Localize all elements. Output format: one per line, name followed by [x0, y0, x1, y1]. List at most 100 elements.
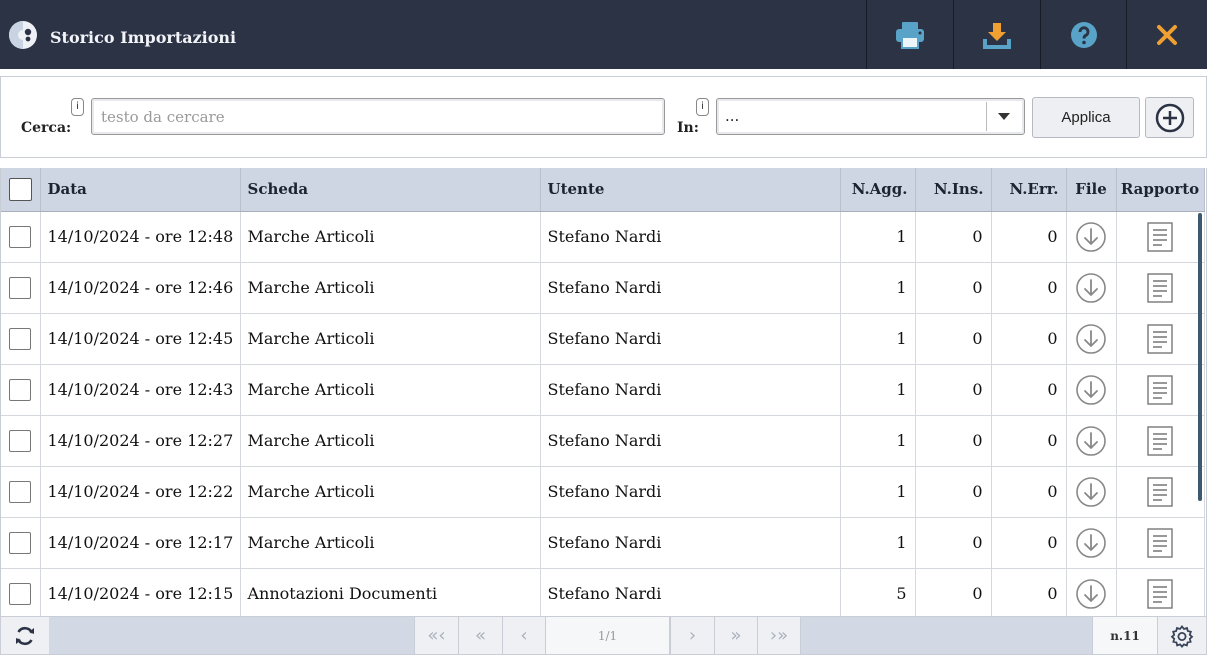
- row-checkbox[interactable]: [9, 378, 32, 401]
- plus-circle-icon: [1155, 103, 1184, 132]
- download-file-icon: [1076, 578, 1106, 609]
- cell-utente: Stefano Nardi: [540, 466, 841, 518]
- cell-file-download[interactable]: [1066, 568, 1117, 616]
- cell-data: 14/10/2024 - ore 12:15: [40, 568, 241, 616]
- cell-data: 14/10/2024 - ore 12:43: [40, 364, 241, 416]
- cell-n-agg: 1: [840, 517, 916, 569]
- report-document-icon: [1147, 323, 1173, 354]
- apply-button[interactable]: Applica: [1032, 97, 1140, 138]
- cell-n-err: 0: [991, 517, 1067, 569]
- cell-n-err: 0: [991, 415, 1067, 467]
- search-field-select[interactable]: ...: [716, 98, 1025, 135]
- table-row[interactable]: 14/10/2024 - ore 12:48 Marche Articoli Ste…: [1, 211, 1205, 263]
- row-select-cell: [1, 466, 41, 518]
- cell-file-download[interactable]: [1066, 364, 1117, 416]
- print-button[interactable]: [866, 0, 953, 69]
- download-file-icon: [1076, 425, 1106, 456]
- select-all-checkbox[interactable]: [8, 177, 32, 201]
- cell-n-agg: 1: [840, 364, 916, 416]
- cell-file-download[interactable]: [1066, 415, 1117, 467]
- column-header-file[interactable]: File: [1066, 168, 1117, 212]
- column-header-data[interactable]: Data: [40, 168, 241, 212]
- cell-rapporto[interactable]: [1116, 364, 1205, 416]
- download-file-icon: [1076, 476, 1106, 507]
- cell-rapporto[interactable]: [1116, 466, 1205, 518]
- row-checkbox[interactable]: [9, 276, 32, 299]
- cell-scheda: Marche Articoli: [240, 364, 541, 416]
- report-document-icon: [1147, 221, 1173, 252]
- table-header-row: Data Scheda Utente N.Agg. N.Ins. N.Err. …: [1, 168, 1205, 212]
- cell-scheda: Marche Articoli: [240, 211, 541, 263]
- next-page-button[interactable]: ›: [670, 617, 714, 654]
- cell-rapporto[interactable]: [1116, 262, 1205, 314]
- select-dropdown-button[interactable]: [986, 102, 1021, 131]
- cell-rapporto[interactable]: [1116, 415, 1205, 467]
- cell-rapporto[interactable]: [1116, 211, 1205, 263]
- cell-rapporto[interactable]: [1116, 517, 1205, 569]
- help-button[interactable]: [1040, 0, 1126, 69]
- search-input[interactable]: [91, 98, 665, 135]
- cell-rapporto[interactable]: [1116, 313, 1205, 365]
- settings-button[interactable]: [1157, 617, 1206, 654]
- cell-file-download[interactable]: [1066, 262, 1117, 314]
- cell-data: 14/10/2024 - ore 12:45: [40, 313, 241, 365]
- search-bar: i Cerca: i In: ... Applica: [0, 76, 1207, 158]
- column-header-n-err[interactable]: N.Err.: [991, 168, 1067, 212]
- table-row[interactable]: 14/10/2024 - ore 12:43 Marche Articoli Ste…: [1, 364, 1205, 416]
- table-row[interactable]: 14/10/2024 - ore 12:17 Marche Articoli Ste…: [1, 517, 1205, 569]
- cell-file-download[interactable]: [1066, 211, 1117, 263]
- page-indicator: 1/1: [545, 617, 670, 654]
- cell-utente: Stefano Nardi: [540, 364, 841, 416]
- row-checkbox[interactable]: [9, 582, 32, 605]
- row-select-cell: [1, 364, 41, 416]
- cell-n-err: 0: [991, 211, 1067, 263]
- cell-scheda: Marche Articoli: [240, 415, 541, 467]
- printer-icon: [896, 21, 924, 49]
- cell-utente: Stefano Nardi: [540, 517, 841, 569]
- row-checkbox[interactable]: [9, 531, 32, 554]
- prev-page-button[interactable]: ‹: [502, 617, 545, 654]
- table-row[interactable]: 14/10/2024 - ore 12:22 Marche Articoli Ste…: [1, 466, 1205, 518]
- download-file-icon: [1076, 221, 1106, 252]
- add-filter-button[interactable]: [1145, 97, 1194, 138]
- table-row[interactable]: 14/10/2024 - ore 12:15 Annotazioni Docume…: [1, 568, 1205, 616]
- cell-file-download[interactable]: [1066, 517, 1117, 569]
- row-checkbox[interactable]: [9, 327, 32, 350]
- report-document-icon: [1147, 272, 1173, 303]
- refresh-icon: [16, 626, 34, 645]
- cell-scheda: Marche Articoli: [240, 466, 541, 518]
- search-info-icon[interactable]: i: [71, 98, 84, 116]
- table-row[interactable]: 14/10/2024 - ore 12:46 Marche Articoli Ste…: [1, 262, 1205, 314]
- last-page-button[interactable]: ›»: [757, 617, 801, 654]
- cell-utente: Stefano Nardi: [540, 415, 841, 467]
- cell-n-agg: 5: [840, 568, 916, 616]
- column-header-scheda[interactable]: Scheda: [240, 168, 541, 212]
- row-checkbox[interactable]: [9, 429, 32, 452]
- table-row[interactable]: 14/10/2024 - ore 12:45 Marche Articoli Ste…: [1, 313, 1205, 365]
- download-icon: [983, 22, 1011, 49]
- vertical-scrollbar[interactable]: [1198, 213, 1202, 501]
- in-info-icon[interactable]: i: [696, 98, 709, 116]
- window-header: Storico Importazioni: [0, 0, 1207, 69]
- row-checkbox[interactable]: [9, 480, 32, 503]
- table-row[interactable]: 14/10/2024 - ore 12:27 Marche Articoli Ste…: [1, 415, 1205, 467]
- row-checkbox[interactable]: [9, 225, 32, 248]
- refresh-button[interactable]: [1, 617, 49, 654]
- cell-rapporto[interactable]: [1116, 568, 1205, 616]
- column-header-rapporto[interactable]: Rapporto: [1116, 168, 1205, 212]
- fast-prev-button[interactable]: «: [458, 617, 502, 654]
- cell-n-agg: 1: [840, 262, 916, 314]
- close-button[interactable]: [1126, 0, 1207, 69]
- column-header-n-ins[interactable]: N.Ins.: [915, 168, 992, 212]
- cell-file-download[interactable]: [1066, 466, 1117, 518]
- column-header-utente[interactable]: Utente: [540, 168, 841, 212]
- record-count: n.11: [1092, 617, 1157, 654]
- first-page-button[interactable]: «‹: [414, 617, 458, 654]
- cell-file-download[interactable]: [1066, 313, 1117, 365]
- fast-next-button[interactable]: »: [714, 617, 757, 654]
- cell-scheda: Marche Articoli: [240, 517, 541, 569]
- column-header-n-agg[interactable]: N.Agg.: [840, 168, 916, 212]
- imports-table: Data Scheda Utente N.Agg. N.Ins. N.Err. …: [0, 168, 1207, 616]
- window-title: Storico Importazioni: [50, 28, 237, 47]
- download-button[interactable]: [953, 0, 1040, 69]
